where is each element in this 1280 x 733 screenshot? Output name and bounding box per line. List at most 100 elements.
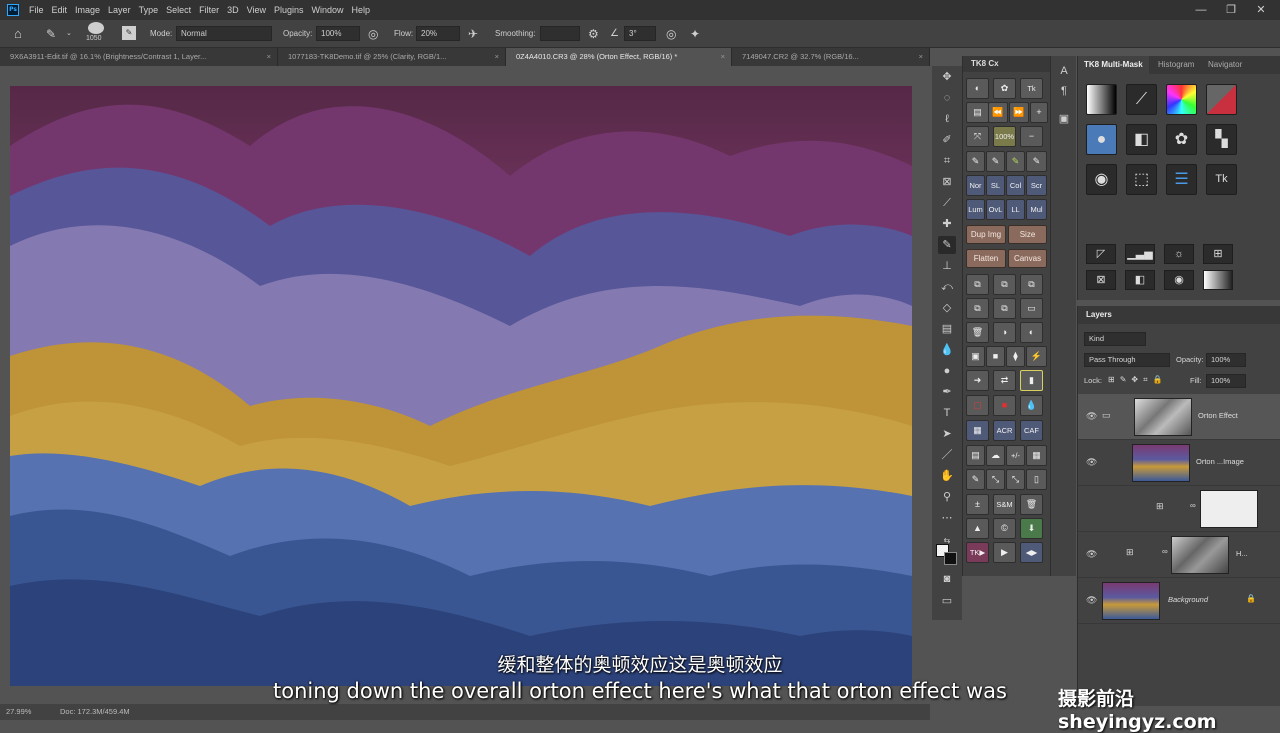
tk8-logo-button[interactable]: Tk [1020, 78, 1043, 99]
healing-tool-icon[interactable]: ✚ [938, 215, 956, 233]
visibility-eye-icon[interactable]: 👁 [1086, 457, 1097, 468]
layer-row-orton-effect[interactable]: 👁 ▭ Orton Effect [1078, 394, 1280, 440]
tk8-button[interactable]: ✿ [993, 78, 1016, 99]
tk8-button[interactable]: ▢ [966, 395, 989, 416]
delete-icon[interactable]: 🗑 [966, 322, 989, 343]
tk8-button[interactable]: ⚡ [1026, 346, 1047, 367]
dup-img-button[interactable]: Dup Img [966, 225, 1006, 244]
menu-type[interactable]: Type [135, 5, 163, 15]
download-icon[interactable]: ⬇ [1020, 518, 1043, 539]
dodge-tool-icon[interactable]: ● [938, 362, 956, 380]
move-tool-icon[interactable]: ✥ [938, 68, 956, 86]
tk8-button[interactable]: ⧫ [1006, 346, 1025, 367]
minimize-button[interactable]: — [1186, 0, 1216, 20]
menu-help[interactable]: Help [348, 5, 375, 15]
tk8-button[interactable]: ▦ [966, 420, 989, 441]
tk8-button[interactable]: ⏩ [1009, 102, 1029, 123]
tk8-brush-button[interactable]: ✎ [1026, 151, 1047, 172]
close-icon[interactable]: × [721, 48, 725, 66]
flower-mask-icon[interactable]: ✿ [1166, 124, 1197, 155]
tk8-button[interactable]: 100% [993, 126, 1016, 147]
flow-input[interactable]: 20% [416, 26, 460, 41]
visibility-eye-icon[interactable]: 👁 [1086, 549, 1097, 560]
tk8-button[interactable]: ⤧ [966, 126, 989, 147]
eraser-tool-icon[interactable]: ◇ [938, 299, 956, 317]
mode-select[interactable]: Normal [176, 26, 272, 41]
contrast-mask-icon[interactable]: ◧ [1126, 124, 1157, 155]
layer-thumbnail[interactable] [1132, 444, 1190, 482]
marquee-tool-icon[interactable]: ◌ [938, 89, 956, 107]
red-diagonal-icon[interactable] [1206, 84, 1237, 115]
layer-thumbnail[interactable] [1102, 582, 1160, 620]
tk8-button[interactable]: + [1030, 102, 1048, 123]
hand-tool-icon[interactable]: ✋ [938, 467, 956, 485]
tk8-button[interactable]: ◑ [993, 322, 1016, 343]
close-window-button[interactable]: ✕ [1246, 0, 1276, 20]
delete-icon[interactable]: 🗑 [1020, 494, 1043, 515]
tk8-button[interactable]: ▮ [1020, 370, 1043, 391]
color-wheel-icon[interactable] [1166, 84, 1197, 115]
tk8-button[interactable]: ☁ [986, 445, 1005, 466]
tk8-brush-button[interactable]: ✎ [1006, 151, 1025, 172]
tk8-button[interactable]: ▦ [1026, 445, 1047, 466]
tk8-button[interactable]: ⧉ [1020, 274, 1043, 295]
menu-window[interactable]: Window [308, 5, 348, 15]
more-tools-icon[interactable]: ⋯ [938, 509, 956, 527]
lock-icons[interactable]: ⊞✎✥⌗🔒 [1108, 375, 1168, 385]
acr-button[interactable]: ACR [993, 420, 1016, 441]
tk8-blend-button[interactable]: Col [1006, 175, 1025, 196]
list-icon[interactable]: ☰ [1166, 164, 1197, 195]
tk8-button[interactable]: − [1020, 126, 1043, 147]
wand-mask-icon[interactable]: ⟋ [1126, 84, 1157, 115]
brush-tool-icon[interactable]: ✎ [938, 236, 956, 254]
canvas-button[interactable]: Canvas [1008, 249, 1047, 268]
visibility-eye-icon[interactable]: 👁 [1086, 595, 1097, 606]
mask-icon[interactable]: ⊠ [1086, 270, 1116, 290]
tk8-button[interactable]: ◀▶ [1020, 542, 1043, 563]
visibility-eye-icon[interactable]: 👁 [1086, 411, 1097, 422]
exposure-icon[interactable]: ☼ [1164, 244, 1194, 264]
tk8-button[interactable]: ⧉ [966, 274, 989, 295]
sm-button[interactable]: S&M [993, 494, 1016, 515]
curves-icon[interactable]: ◸ [1086, 244, 1116, 264]
chevron-down-icon[interactable]: ⌄ [66, 26, 72, 42]
tk8-button[interactable]: ✎ [966, 469, 985, 490]
grid-icon[interactable]: ⊞ [1203, 244, 1233, 264]
glyph-panel-icon[interactable]: ▣ [1055, 110, 1073, 128]
blur-tool-icon[interactable]: 💧 [938, 341, 956, 359]
gradient-tool-icon[interactable]: ▤ [938, 320, 956, 338]
tk8-button[interactable]: © [993, 518, 1016, 539]
tk8-button[interactable]: ▤ [966, 102, 989, 123]
screen-mode-icon[interactable]: ▭ [938, 592, 956, 610]
tk8-brush-button[interactable]: ✎ [966, 151, 985, 172]
stamp-tool-icon[interactable]: ⊥ [938, 257, 956, 275]
person-mask-icon[interactable]: ● [1086, 124, 1117, 155]
pressure-size-icon[interactable]: ◎ [666, 26, 676, 42]
blend-mode-select[interactable]: Pass Through [1084, 353, 1170, 367]
close-icon[interactable]: × [267, 48, 271, 66]
layer-row-orton-image[interactable]: 👁 Orton ...Image [1078, 440, 1280, 486]
tk8-button[interactable]: ▤ [966, 445, 985, 466]
tk-play-button[interactable]: TK▶ [966, 542, 989, 563]
tk8-blend-button[interactable]: Lum [966, 199, 985, 220]
angle-input[interactable]: 3° [624, 26, 656, 41]
tk8-blend-button[interactable]: Mul [1026, 199, 1047, 220]
tk8-blend-button[interactable]: LL [1006, 199, 1025, 220]
tk8-button[interactable]: ⧉ [966, 298, 989, 319]
menu-select[interactable]: Select [162, 5, 195, 15]
tk8-button[interactable]: ⇄ [993, 370, 1016, 391]
tab-document-1[interactable]: 9X6A3911-Edit.tif @ 16.1% (Brightness/Co… [0, 48, 278, 66]
caf-button[interactable]: CAF [1020, 420, 1043, 441]
brush-preview-icon[interactable] [88, 22, 104, 34]
menu-filter[interactable]: Filter [195, 5, 223, 15]
layer-filter-select[interactable]: Kind [1084, 332, 1146, 346]
tk8-button[interactable]: +/- [1006, 445, 1025, 466]
layer-mask-thumbnail[interactable] [1171, 536, 1229, 574]
menu-view[interactable]: View [243, 5, 270, 15]
layer-fill-input[interactable]: 100% [1206, 374, 1246, 388]
tk8-blend-button[interactable]: Scr [1026, 175, 1047, 196]
layer-opacity-input[interactable]: 100% [1206, 353, 1246, 367]
tk8-button[interactable]: ■ [986, 346, 1005, 367]
close-icon[interactable]: × [495, 48, 499, 66]
type-tool-icon[interactable]: T [938, 404, 956, 422]
